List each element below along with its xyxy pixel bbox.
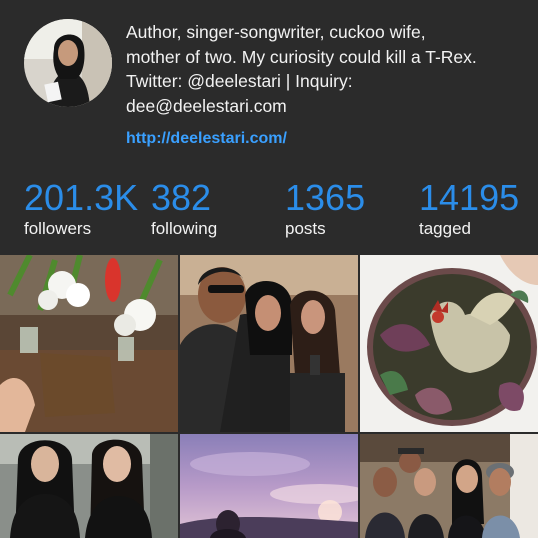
stat-followers[interactable]: 201.3K followers	[24, 178, 138, 239]
photo-tile-singer[interactable]	[180, 255, 358, 432]
photo-tile-rooster[interactable]	[360, 255, 538, 432]
stat-value: 201.3K	[24, 177, 139, 218]
stat-tagged[interactable]: 14195 tagged	[419, 178, 519, 239]
photo-grid	[0, 255, 538, 538]
stat-label: tagged	[419, 219, 471, 238]
bio-line: Twitter: @deelestari | Inquiry:	[126, 71, 353, 91]
website-link[interactable]: http://deelestari.com/	[126, 130, 287, 148]
bio: Author, singer-songwriter, cuckoo wife, …	[126, 20, 531, 118]
bio-line: mother of two. My curiosity could kill a…	[126, 46, 477, 67]
bio-line: Author, singer-songwriter, cuckoo wife,	[126, 22, 426, 42]
stat-value: 14195	[419, 177, 520, 218]
profile-header: Author, singer-songwriter, cuckoo wife, …	[0, 0, 538, 255]
stat-label: posts	[285, 219, 326, 238]
stat-label: following	[151, 219, 218, 238]
stat-value: 1365	[285, 177, 366, 218]
stat-posts[interactable]: 1365 posts	[285, 178, 365, 239]
stat-label: followers	[24, 219, 92, 238]
photo-tile-sunset[interactable]	[180, 434, 358, 538]
bio-line: dee@deelestari.com	[126, 95, 287, 116]
stat-following[interactable]: 382 following	[151, 178, 217, 239]
photo-tile-two-women[interactable]	[0, 434, 178, 538]
stat-value: 382	[151, 177, 212, 218]
avatar[interactable]	[24, 19, 112, 107]
photo-tile-group[interactable]	[360, 434, 538, 538]
photo-tile-flowers[interactable]	[0, 255, 178, 432]
